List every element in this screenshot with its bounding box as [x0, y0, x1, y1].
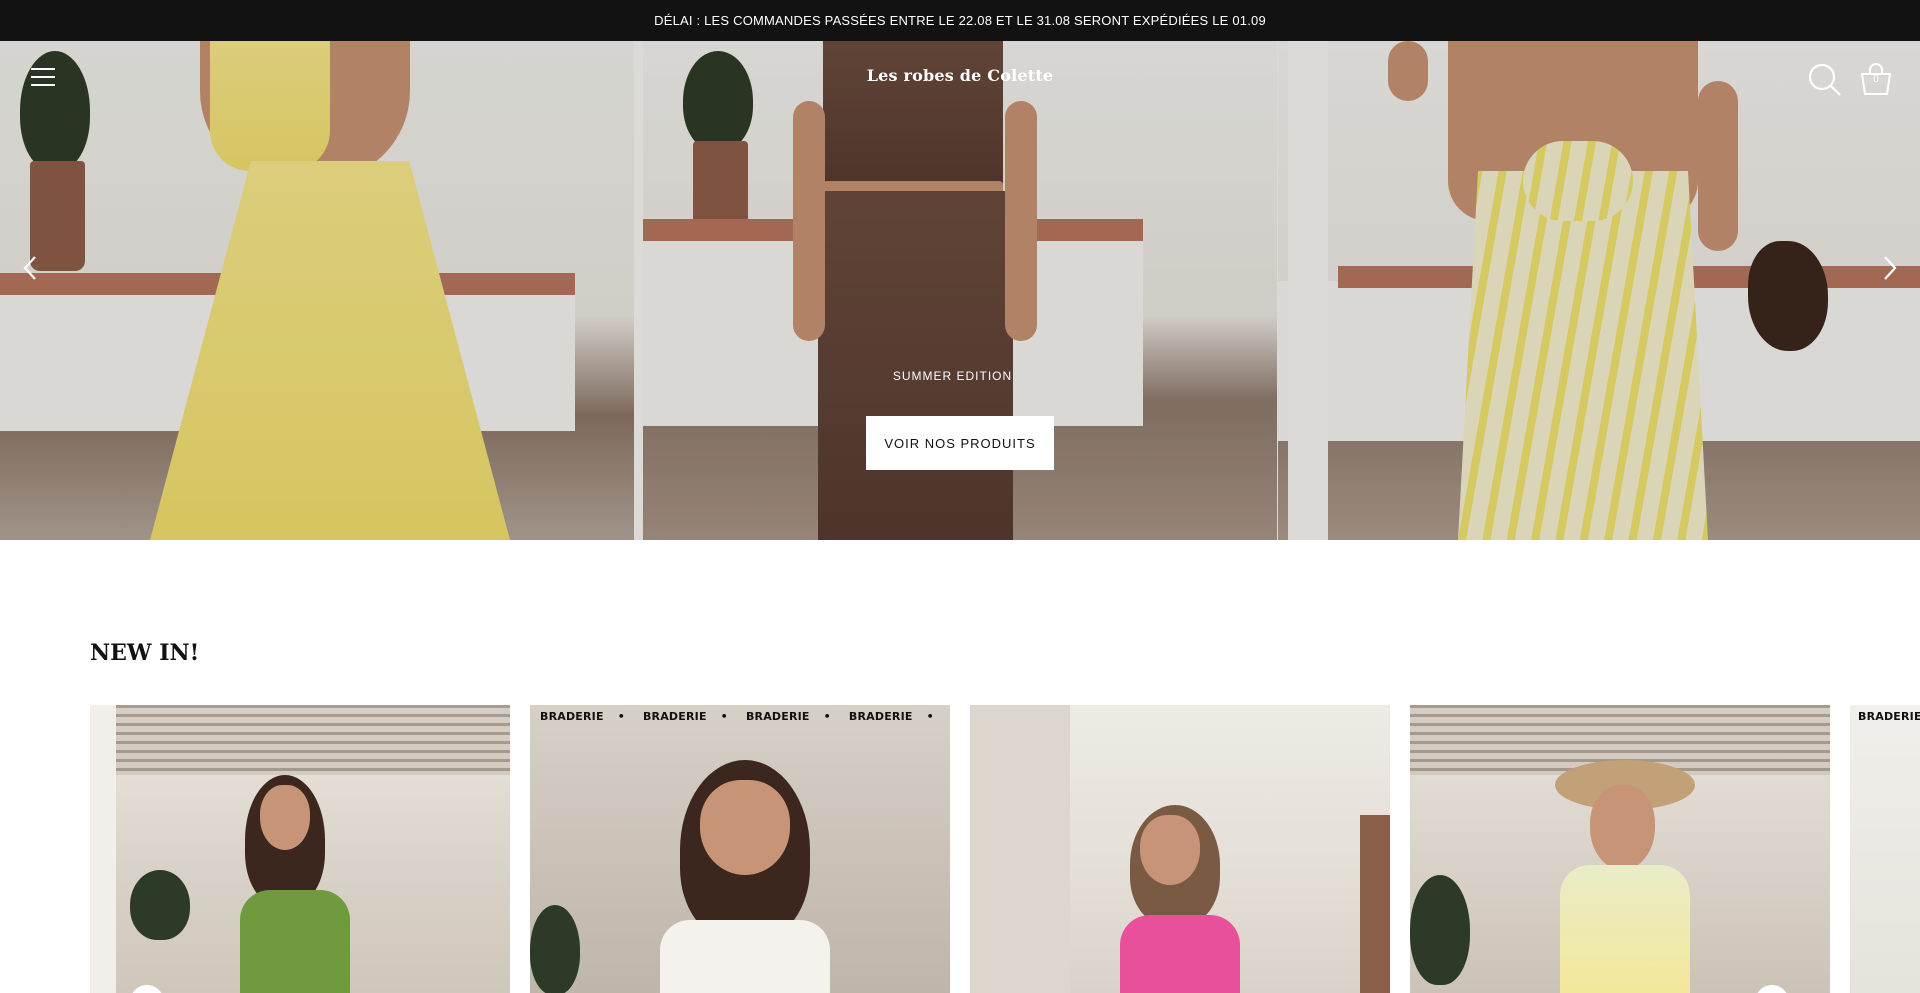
view-products-button[interactable]: VOIR NOS PRODUITS — [866, 416, 1054, 470]
hero-kicker: SUMMER EDITION — [892, 369, 1013, 383]
hero-slideshow: SUMMER EDITION VOIR NOS PRODUITS — [0, 41, 1920, 540]
cart-count-badge: 0 — [1873, 74, 1879, 85]
chevron-right-icon[interactable] — [1880, 254, 1900, 287]
announcement-text: DÉLAI : LES COMMANDES PASSÉES ENTRE LE 2… — [654, 13, 1266, 28]
announcement-bar: DÉLAI : LES COMMANDES PASSÉES ENTRE LE 2… — [0, 0, 1920, 41]
braderie-ticker: BRADERIE • BRADERIE • BRADERIE • BRADERIE • … — [540, 710, 934, 723]
chevron-left-icon[interactable] — [20, 254, 40, 287]
product-card[interactable] — [970, 705, 1390, 993]
braderie-badge: BRADERIE — [1858, 710, 1920, 723]
new-in-heading: NEW IN! — [90, 640, 200, 666]
product-card[interactable] — [1410, 705, 1830, 993]
site-logo[interactable]: Les robes de Colette — [0, 66, 1920, 85]
product-card[interactable]: BRADERIE — [1850, 705, 1920, 993]
product-card[interactable] — [90, 705, 510, 993]
product-card[interactable]: BRADERIE • BRADERIE • BRADERIE • BRADERIE • … — [530, 705, 950, 993]
search-icon[interactable] — [1808, 63, 1842, 102]
